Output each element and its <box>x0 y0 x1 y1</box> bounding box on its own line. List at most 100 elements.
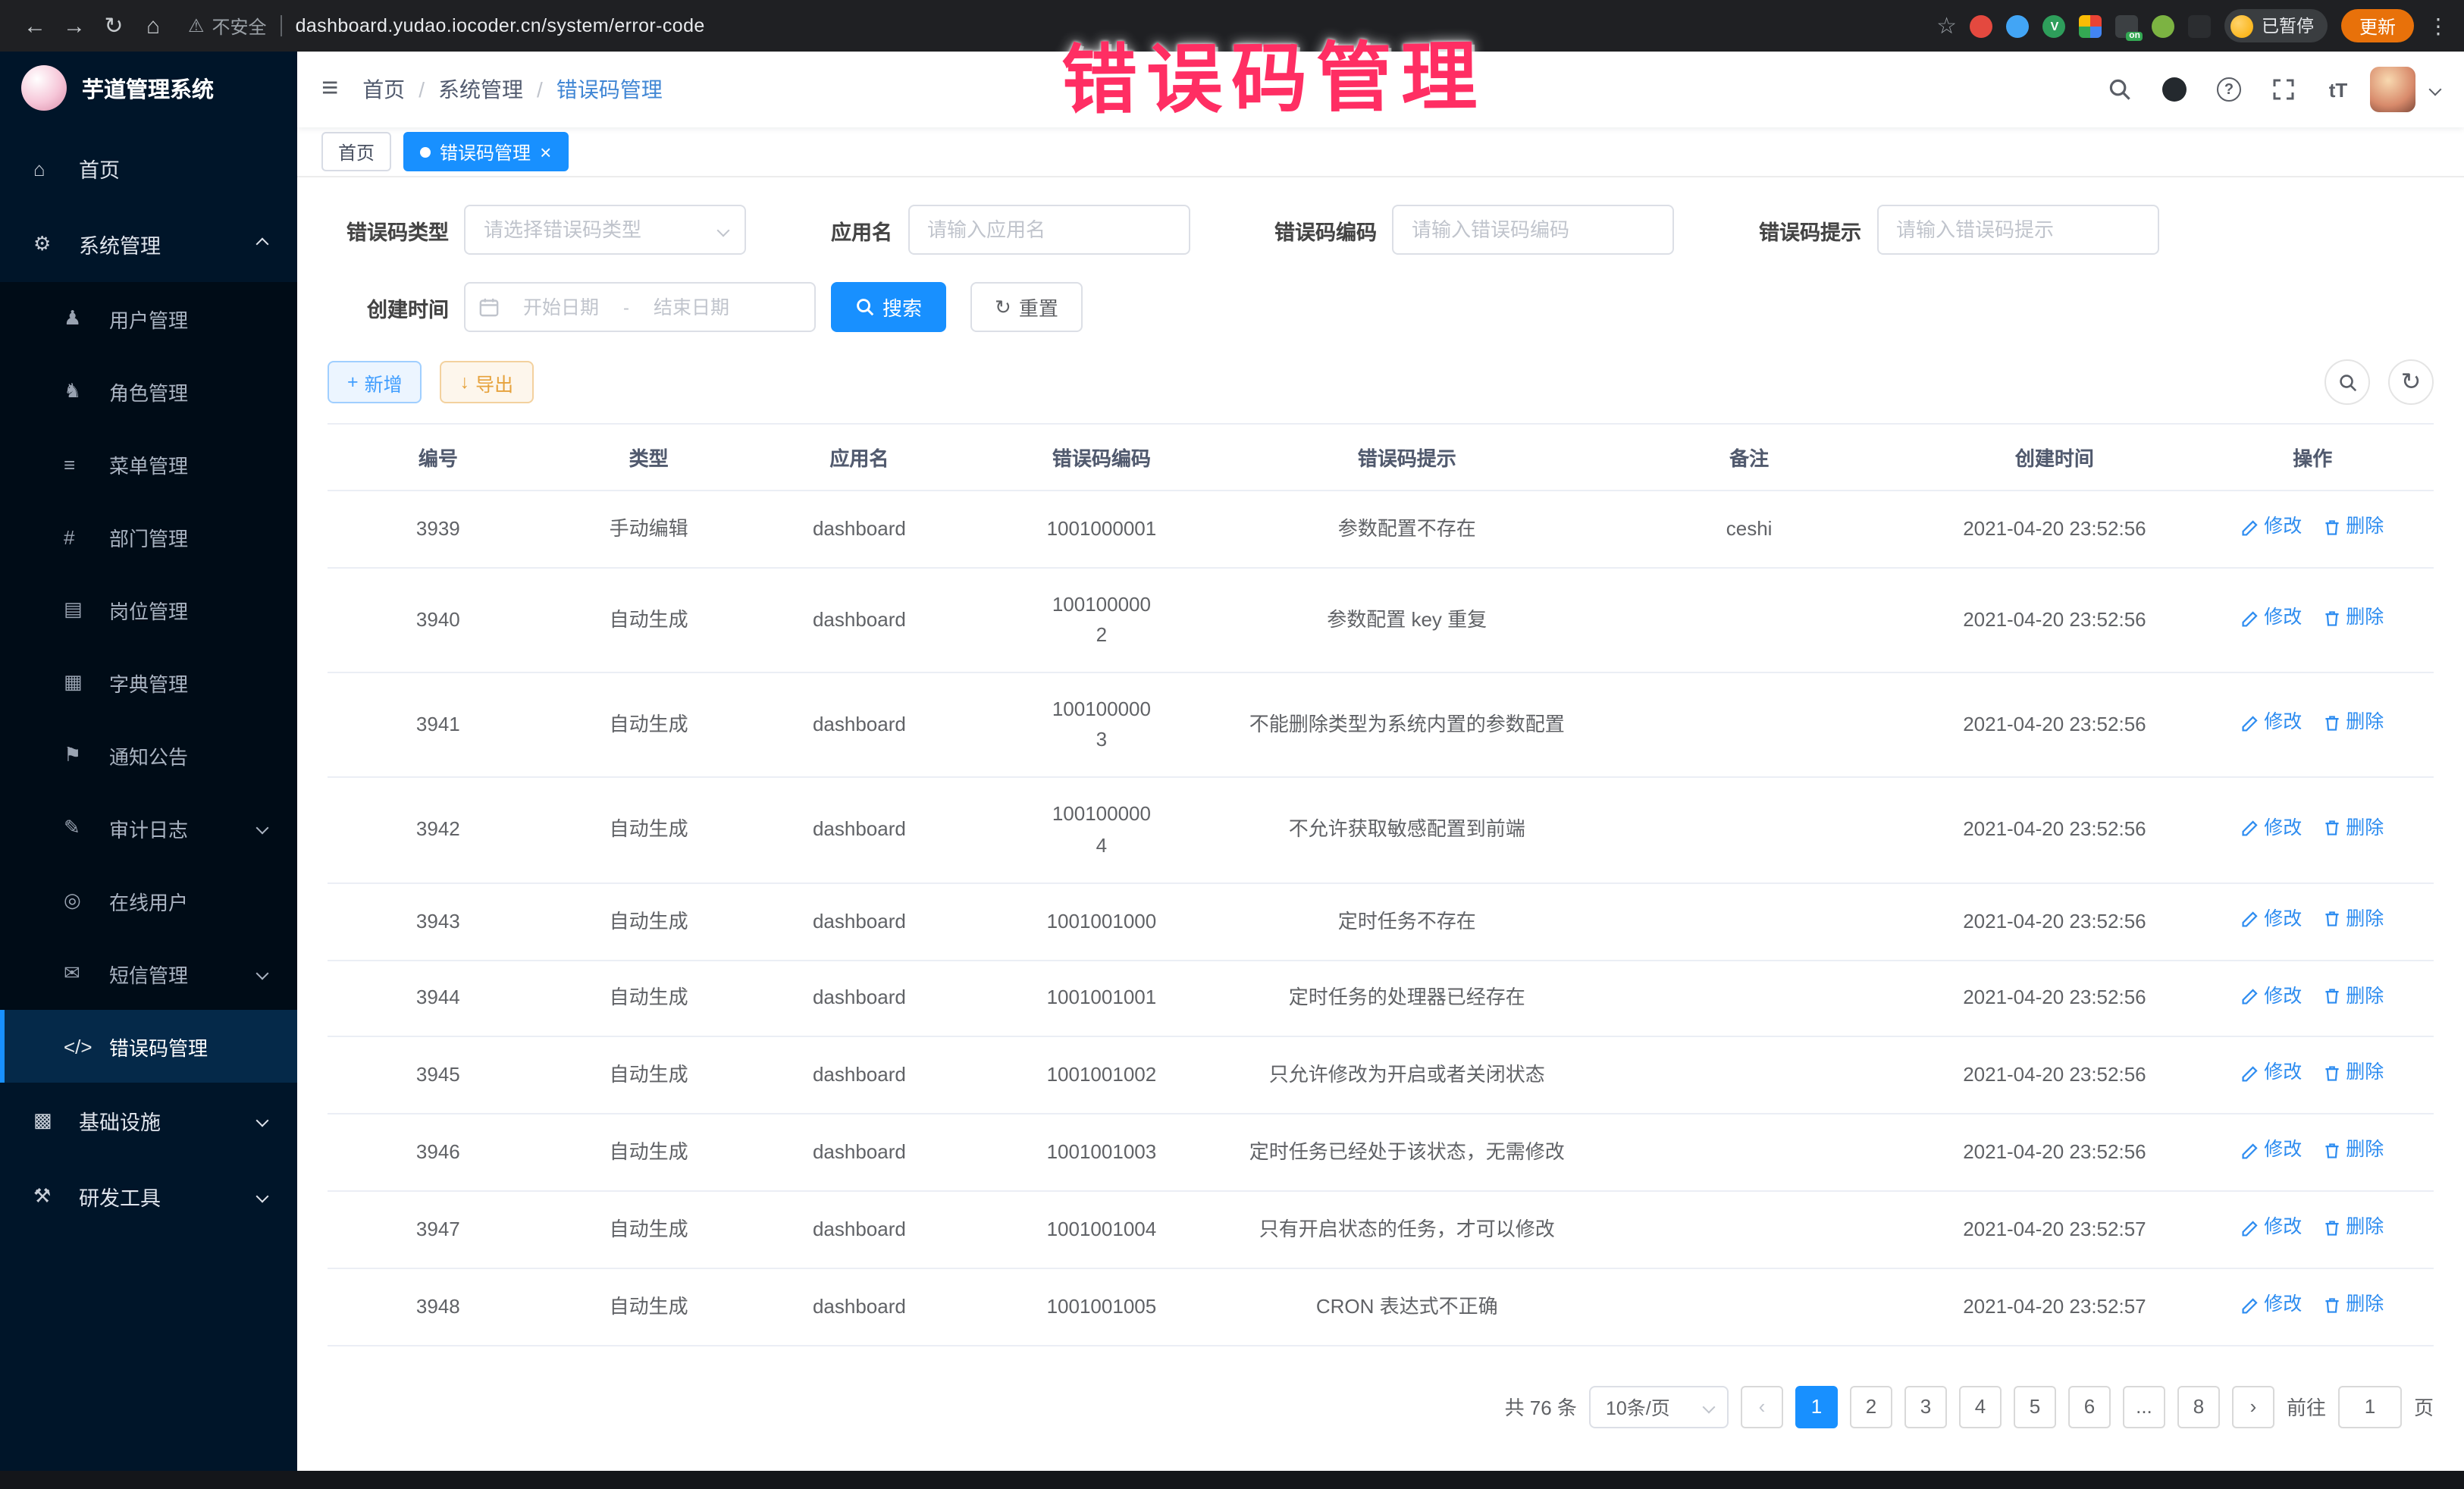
chrome-update-button[interactable]: 更新 <box>2341 9 2414 42</box>
toggle-search-icon[interactable] <box>2324 359 2370 405</box>
page-button-1[interactable]: 1 <box>1795 1385 1838 1428</box>
delete-link[interactable]: 删除 <box>2323 513 2384 542</box>
search-icon[interactable] <box>2097 67 2143 112</box>
error-type-select[interactable] <box>464 205 746 255</box>
edit-link[interactable]: 修改 <box>2241 1213 2302 1243</box>
sidebar-item-user[interactable]: ♟用户管理 <box>0 282 297 355</box>
page-button-4[interactable]: 4 <box>1959 1385 2002 1428</box>
page-button-8[interactable]: 8 <box>2177 1385 2220 1428</box>
add-button[interactable]: + 新增 <box>328 361 422 403</box>
row-id: 3945 <box>328 1037 549 1114</box>
row-app: dashboard <box>749 960 970 1037</box>
delete-link[interactable]: 删除 <box>2323 709 2384 738</box>
profile-chip[interactable]: 已暂停 <box>2225 9 2328 42</box>
date-range-picker[interactable]: - <box>464 282 816 332</box>
edit-link[interactable]: 修改 <box>2241 513 2302 542</box>
back-icon[interactable]: ← <box>15 6 55 45</box>
prev-page-button[interactable]: ‹ <box>1741 1385 1783 1428</box>
sidebar-item-dict[interactable]: ▦字典管理 <box>0 646 297 719</box>
delete-link[interactable]: 删除 <box>2323 1059 2384 1089</box>
row-message: 定时任务不存在 <box>1234 882 1581 960</box>
row-time: 2021-04-20 23:52:57 <box>1917 1268 2191 1346</box>
page-button-3[interactable]: 3 <box>1904 1385 1947 1428</box>
fullscreen-icon[interactable] <box>2261 67 2306 112</box>
delete-link[interactable]: 删除 <box>2323 603 2384 633</box>
close-tab-icon[interactable]: × <box>540 142 551 161</box>
page-button-6[interactable]: 6 <box>2068 1385 2111 1428</box>
row-type: 自动生成 <box>549 778 749 883</box>
sidebar-item-dept[interactable]: #部门管理 <box>0 500 297 573</box>
url-text[interactable]: dashboard.yudao.iocoder.cn/system/error-… <box>296 15 705 36</box>
edit-link[interactable]: 修改 <box>2241 1136 2302 1165</box>
github-icon[interactable] <box>2152 67 2197 112</box>
search-button[interactable]: 搜索 <box>831 282 946 332</box>
proxy-switch-icon[interactable]: on <box>2116 14 2139 37</box>
extension-icon-blue-drop[interactable] <box>2007 14 2030 37</box>
end-date-input[interactable] <box>635 295 748 319</box>
edit-link[interactable]: 修改 <box>2241 1290 2302 1320</box>
next-page-button[interactable]: › <box>2232 1385 2274 1428</box>
refresh-icon[interactable]: ↻ <box>94 6 133 45</box>
sidebar-item-post[interactable]: ▤岗位管理 <box>0 573 297 646</box>
bookmark-star-icon[interactable]: ☆ <box>1936 12 1957 39</box>
vue-devtools-icon[interactable]: V <box>2043 14 2066 37</box>
row-code: 1001000002 <box>970 568 1233 673</box>
edit-link[interactable]: 修改 <box>2241 982 2302 1011</box>
reset-button[interactable]: ↻ 重置 <box>970 282 1083 332</box>
edit-link[interactable]: 修改 <box>2241 1059 2302 1089</box>
breadcrumb-home[interactable]: 首页 <box>362 74 405 105</box>
sidebar-item-audit-log[interactable]: ✎审计日志 <box>0 792 297 864</box>
sidebar-item-dev-tools[interactable]: ⚒研发工具 <box>0 1158 297 1234</box>
refresh-table-icon[interactable]: ↻ <box>2388 359 2434 405</box>
page-button-5[interactable]: 5 <box>2014 1385 2056 1428</box>
sidebar-item-notice[interactable]: ⚑通知公告 <box>0 719 297 792</box>
sidebar-item-menu[interactable]: ≡菜单管理 <box>0 428 297 500</box>
forward-icon[interactable]: → <box>55 6 94 45</box>
delete-link[interactable]: 删除 <box>2323 1213 2384 1243</box>
avatar-caret-icon[interactable] <box>2429 83 2442 96</box>
export-button[interactable]: ↓ 导出 <box>440 361 534 403</box>
start-date-input[interactable] <box>505 295 617 319</box>
chrome-menu-icon[interactable]: ⋮ <box>2428 13 2449 39</box>
tab-home[interactable]: 首页 <box>321 132 391 171</box>
sidebar-item-error-code[interactable]: </>错误码管理 <box>0 1010 297 1083</box>
extension-icon-red[interactable] <box>1970 14 1993 37</box>
delete-link[interactable]: 删除 <box>2323 813 2384 843</box>
sidebar-logo[interactable]: 芋道管理系统 <box>0 52 297 124</box>
app-name-input[interactable] <box>908 205 1190 255</box>
sidebar-item-role[interactable]: ♞角色管理 <box>0 355 297 428</box>
sidebar-item-home[interactable]: ⌂首页 <box>0 130 297 206</box>
page-button-2[interactable]: 2 <box>1850 1385 1892 1428</box>
extensions-grid-icon[interactable] <box>2080 14 2102 37</box>
font-size-icon[interactable]: tT <box>2315 67 2361 112</box>
pinned-extension-icon[interactable] <box>2189 14 2212 37</box>
delete-link[interactable]: 删除 <box>2323 982 2384 1011</box>
sidebar-collapse-icon[interactable]: ≡ <box>321 73 338 106</box>
sidebar-item-system[interactable]: ⚙系统管理 <box>0 206 297 282</box>
user-avatar[interactable] <box>2370 67 2415 112</box>
edit-link[interactable]: 修改 <box>2241 904 2302 934</box>
home-icon[interactable]: ⌂ <box>133 6 173 45</box>
breadcrumb-current: 错误码管理 <box>556 74 663 105</box>
page-ellipsis[interactable]: ... <box>2123 1385 2165 1428</box>
row-type: 手动编辑 <box>549 491 749 568</box>
row-code: 1001000003 <box>970 672 1233 778</box>
sidebar-item-sms[interactable]: ✉短信管理 <box>0 937 297 1010</box>
address-bar[interactable]: ⚠ 不安全 dashboard.yudao.iocoder.cn/system/… <box>188 13 705 39</box>
sidebar-item-infra[interactable]: ▩基础设施 <box>0 1083 297 1158</box>
delete-link[interactable]: 删除 <box>2323 904 2384 934</box>
edit-link[interactable]: 修改 <box>2241 813 2302 843</box>
tab-error-code[interactable]: 错误码管理 × <box>403 132 568 171</box>
help-icon[interactable]: ? <box>2206 67 2252 112</box>
error-code-label: 错误码编码 <box>1274 215 1377 245</box>
goto-page-input[interactable] <box>2338 1385 2402 1428</box>
error-code-input[interactable] <box>1392 205 1674 255</box>
delete-link[interactable]: 删除 <box>2323 1136 2384 1165</box>
edit-link[interactable]: 修改 <box>2241 709 2302 738</box>
breadcrumb-system[interactable]: 系统管理 <box>438 74 523 105</box>
delete-link[interactable]: 删除 <box>2323 1290 2384 1320</box>
sidebar-item-online-user[interactable]: ◎在线用户 <box>0 864 297 937</box>
edit-link[interactable]: 修改 <box>2241 603 2302 633</box>
extension-icon-green[interactable] <box>2152 14 2175 37</box>
error-message-input[interactable] <box>1876 205 2158 255</box>
